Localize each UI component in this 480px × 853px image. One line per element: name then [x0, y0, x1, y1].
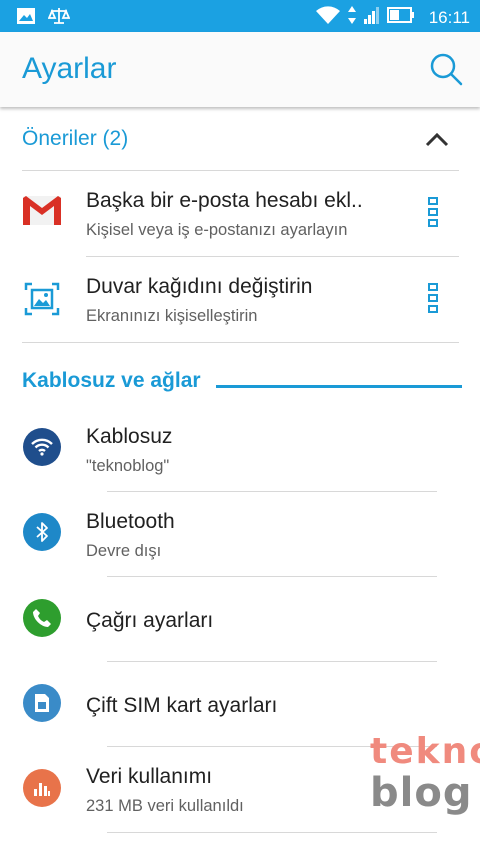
search-icon [430, 53, 463, 86]
sim-card-icon [23, 684, 61, 722]
suggestion-subtitle: Ekranınızı kişiselleştirin [86, 307, 258, 325]
bluetooth-icon [23, 513, 61, 551]
setting-title: Kablosuz [86, 425, 173, 448]
setting-title: Bluetooth [86, 510, 175, 533]
watermark-line1: tekno [370, 731, 480, 772]
phone-icon [23, 599, 61, 637]
collapse-button[interactable] [424, 130, 450, 148]
watermark-line2: blog [370, 770, 473, 816]
setting-wifi[interactable]: Kablosuz "teknoblog" [0, 407, 480, 492]
wallpaper-icon [22, 280, 62, 320]
data-arrows-icon [347, 5, 357, 30]
more-vertical-icon [428, 283, 438, 313]
suggestion-title: Duvar kağıdını değiştirin [86, 275, 313, 298]
setting-call[interactable]: Çağrı ayarları [0, 577, 480, 662]
gallery-notification-icon [16, 7, 36, 30]
suggestion-subtitle: Kişisel veya iş e-postanızı ayarlayın [86, 221, 348, 239]
setting-subtitle: "teknoblog" [86, 457, 170, 475]
suggestion-add-email[interactable]: Başka bir e-posta hesabı ekl.. Kişisel v… [0, 171, 480, 256]
wifi-icon [23, 428, 61, 466]
setting-title: Veri kullanımı [86, 765, 213, 788]
chevron-up-icon [425, 132, 449, 147]
app-bar: Ayarlar [0, 32, 480, 107]
suggestion-title: Başka bir e-posta hesabı ekl.. [86, 189, 363, 212]
data-usage-icon [23, 769, 61, 807]
battery-icon [386, 6, 415, 29]
wireless-section-header: Kablosuz ve ağlar [22, 369, 201, 392]
more-vertical-icon [428, 197, 438, 227]
suggestions-header[interactable]: Öneriler (2) [22, 127, 128, 151]
wifi-status-icon [315, 5, 341, 30]
setting-title: Çift SIM kart ayarları [86, 694, 278, 717]
gmail-icon [22, 193, 62, 233]
signal-icon [363, 5, 381, 30]
search-button[interactable] [428, 51, 464, 87]
status-bar: 16:11 [0, 0, 480, 32]
setting-bluetooth[interactable]: Bluetooth Devre dışı [0, 492, 480, 577]
suggestion-change-wallpaper[interactable]: Duvar kağıdını değiştirin Ekranınızı kiş… [0, 257, 480, 342]
more-options-button[interactable] [426, 197, 440, 227]
setting-subtitle: 231 MB veri kullanıldı [86, 797, 244, 815]
page-title: Ayarlar [22, 52, 117, 85]
setting-subtitle: Devre dışı [86, 542, 162, 560]
divider [107, 832, 437, 833]
watermark-logo: tekno blog [370, 731, 480, 816]
status-time: 16:11 [428, 7, 470, 27]
divider [22, 342, 459, 343]
more-options-button[interactable] [426, 283, 440, 313]
setting-title: Çağrı ayarları [86, 609, 214, 632]
section-underline [216, 385, 462, 388]
scale-notification-icon [47, 7, 71, 30]
